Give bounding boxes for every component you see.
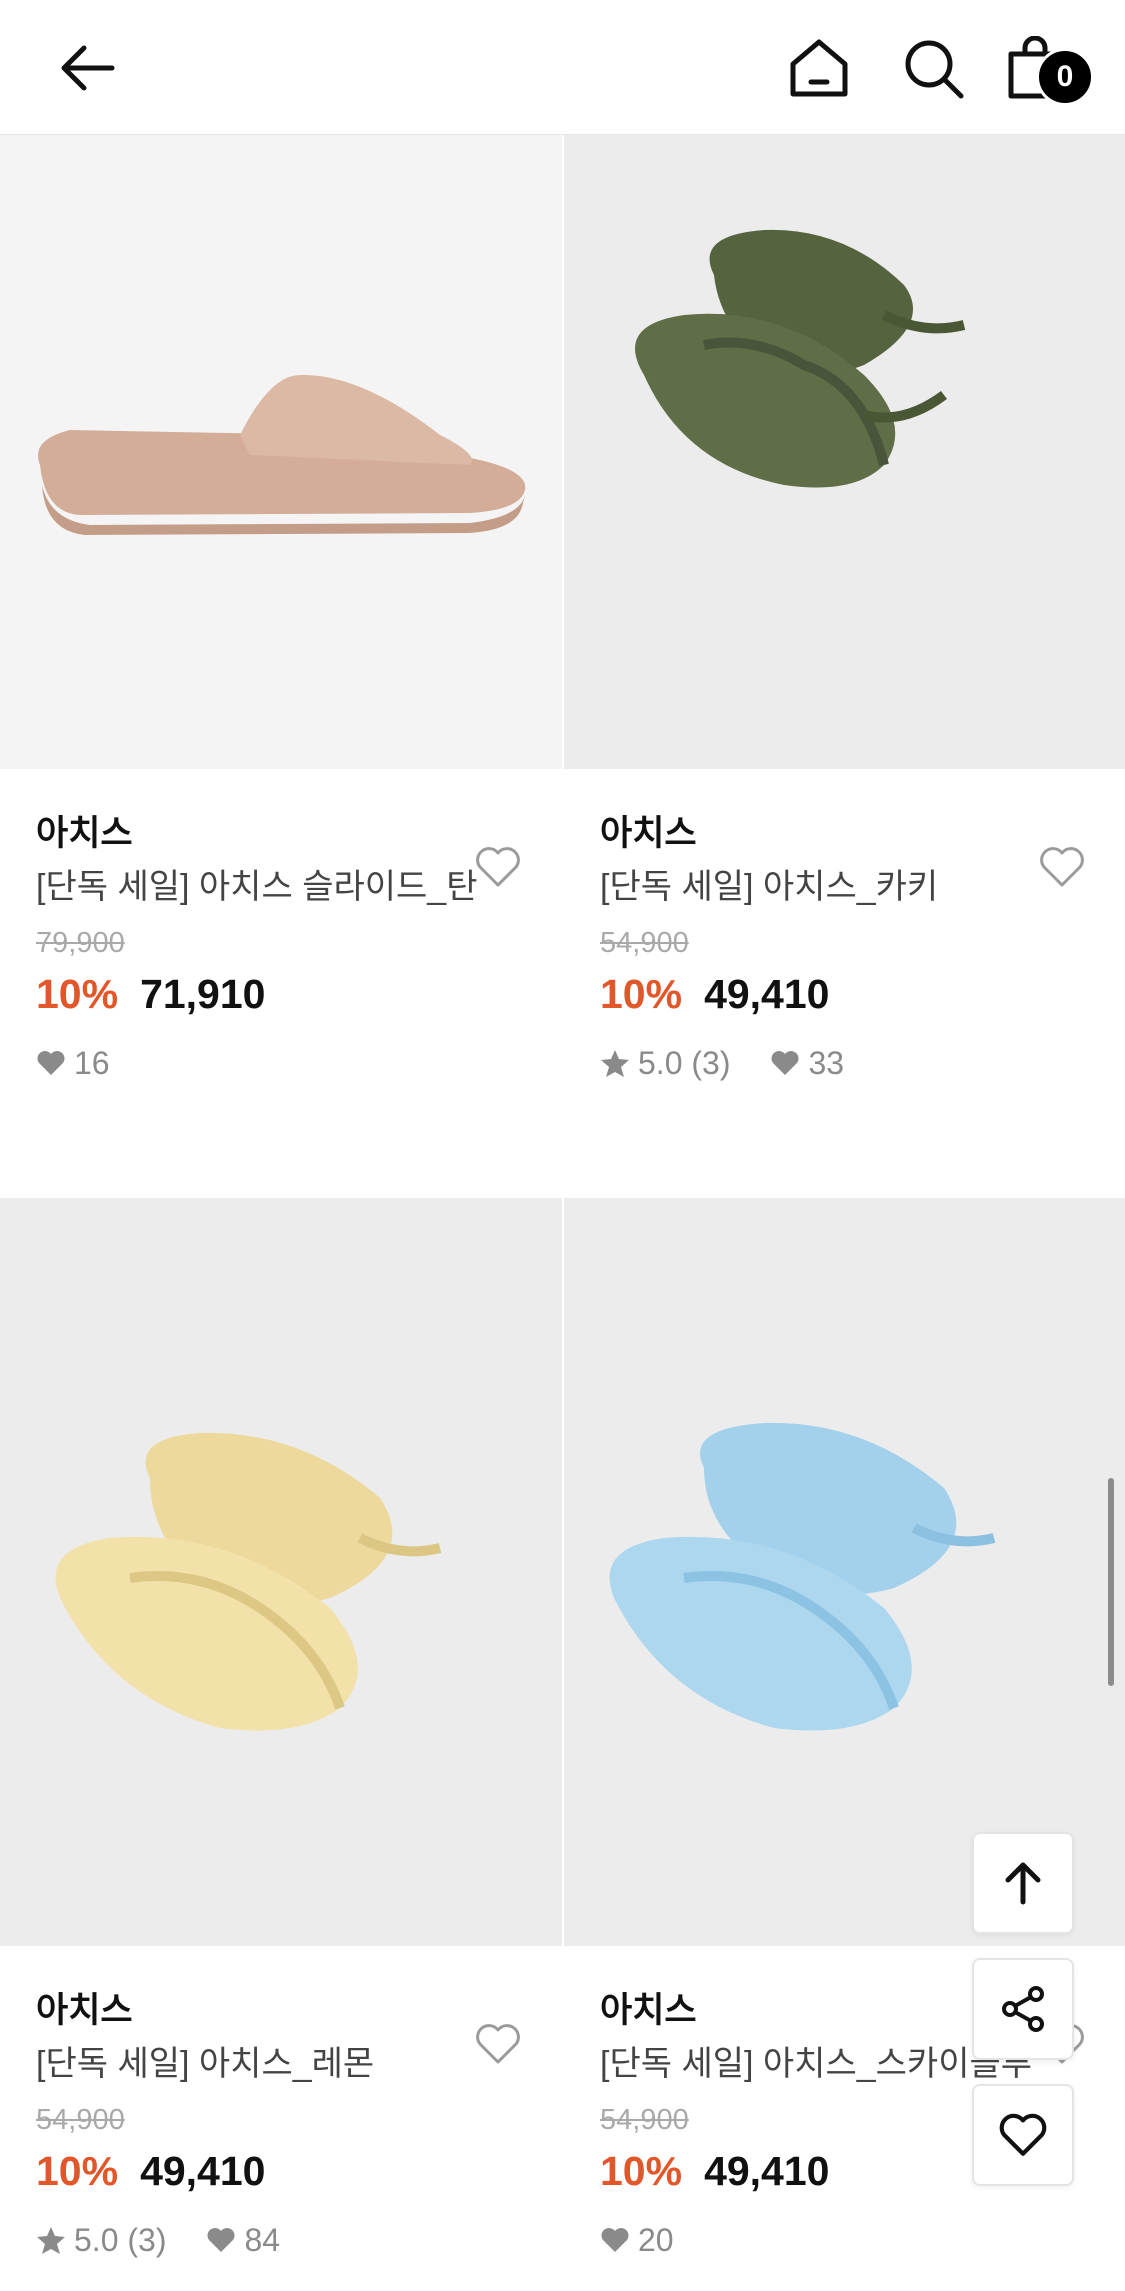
back-button[interactable]	[48, 28, 128, 108]
share-button[interactable]	[972, 1958, 1074, 2060]
sale-price: 49,410	[140, 2148, 266, 2194]
discount-rate: 10%	[600, 2148, 683, 2194]
cart-count-badge: 0	[1036, 48, 1094, 106]
wishlist-button[interactable]	[474, 2022, 522, 2066]
product-brand: 아치스	[36, 1991, 133, 2030]
sale-price: 71,910	[140, 971, 266, 1017]
discount-rate: 10%	[36, 971, 119, 1017]
wishlist-float-button[interactable]	[972, 2084, 1074, 2186]
like-count: 16	[74, 1044, 110, 1081]
original-price: 54,900	[600, 927, 689, 959]
rating: 5.0 (3)	[74, 2221, 167, 2258]
heart-outline-icon	[999, 2113, 1047, 2156]
like-count: 20	[638, 2221, 674, 2258]
rating: 5.0 (3)	[638, 1044, 731, 1081]
like-count: 84	[244, 2221, 281, 2258]
heart-filled-icon	[771, 1051, 799, 1075]
product-image[interactable]	[0, 135, 562, 769]
arrow-left-icon	[61, 45, 115, 91]
heart-filled-icon	[207, 2228, 235, 2252]
product-card[interactable]: 아치스 [단독 세일] 아치스 슬라이드_탄 79,900 10% 71,910…	[0, 135, 562, 1087]
like-count: 33	[808, 1044, 845, 1081]
home-button[interactable]	[779, 28, 859, 108]
discount-rate: 10%	[600, 971, 683, 1017]
arrow-up-icon	[1005, 1862, 1041, 1905]
wishlist-button[interactable]	[1038, 845, 1086, 889]
original-price: 54,900	[36, 2104, 125, 2136]
original-price: 79,900	[36, 927, 125, 959]
search-icon	[905, 40, 964, 99]
heart-outline-icon	[476, 847, 520, 887]
star-icon	[601, 1050, 629, 1077]
discount-rate: 10%	[36, 2148, 119, 2194]
wishlist-button[interactable]	[474, 845, 522, 889]
top-app-bar: 0	[0, 0, 1125, 135]
product-card[interactable]: 아치스 [단독 세일] 아치스_레몬 54,900 10% 49,410 5.0…	[0, 1198, 562, 2264]
heart-outline-icon	[1040, 847, 1084, 887]
search-button[interactable]	[893, 28, 973, 108]
sale-price: 49,410	[704, 971, 830, 1017]
product-name[interactable]: [단독 세일] 아치스_레몬	[36, 2036, 526, 2084]
star-icon	[37, 2227, 65, 2254]
scroll-to-top-button[interactable]	[972, 1832, 1074, 1934]
heart-outline-icon	[476, 2024, 520, 2064]
product-image[interactable]	[564, 135, 1125, 769]
product-card[interactable]: 아치스 [단독 세일] 아치스_카키 54,900 10% 49,410 5.0…	[564, 135, 1125, 1087]
scrollbar[interactable]	[1108, 1478, 1114, 1686]
tan-slide-sandal-image	[38, 374, 526, 535]
home-icon	[790, 39, 848, 97]
product-brand: 아치스	[600, 814, 697, 853]
share-icon	[1002, 1986, 1044, 2032]
product-name[interactable]: [단독 세일] 아치스_카키	[600, 859, 1090, 907]
heart-filled-icon	[601, 2228, 629, 2252]
sale-price: 49,410	[704, 2148, 830, 2194]
lemon-flip-flops-image	[55, 1432, 442, 1731]
product-image[interactable]	[0, 1198, 562, 1946]
product-brand: 아치스	[36, 814, 133, 853]
khaki-flip-flops-image	[635, 229, 966, 488]
heart-filled-icon	[37, 1051, 65, 1075]
product-name[interactable]: [단독 세일] 아치스 슬라이드_탄	[36, 859, 526, 907]
